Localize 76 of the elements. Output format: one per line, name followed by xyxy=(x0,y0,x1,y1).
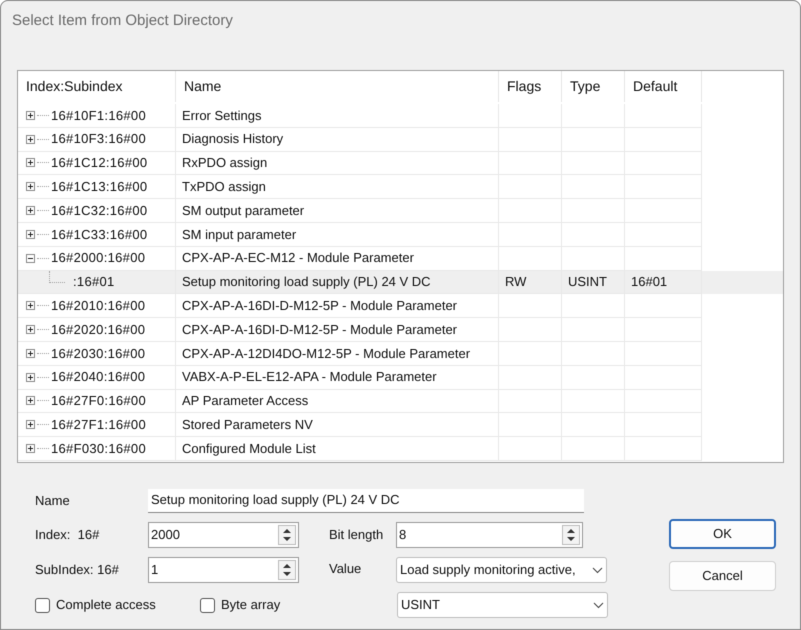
table-cell-text: 16#1C13:16#00 xyxy=(51,178,148,196)
expand-icon[interactable] xyxy=(26,444,35,454)
table-cell-text: CPX-AP-A-EC-M12 - Module Parameter xyxy=(182,249,414,268)
checkbox[interactable] xyxy=(35,598,50,612)
checkbox[interactable] xyxy=(200,598,215,612)
field-label: Index: 16# xyxy=(35,526,100,544)
expand-icon[interactable] xyxy=(26,110,35,120)
expand-icon[interactable] xyxy=(26,348,35,358)
field-label: Bit length xyxy=(329,526,384,544)
table-cell-text: VABX-A-P-EL-E12-APA - Module Parameter xyxy=(182,368,437,386)
expand-icon[interactable] xyxy=(26,134,35,144)
column-header[interactable]: Default xyxy=(625,71,702,102)
table-cell-text: CPX-AP-A-12DI4DO-M12-5P - Module Parameter xyxy=(182,344,470,363)
table-cell-text: SM input parameter xyxy=(182,226,296,244)
dropdown[interactable]: USINT xyxy=(397,592,608,618)
chevron-down-icon xyxy=(593,602,604,608)
checkbox-label: Byte array xyxy=(221,596,280,614)
table-row[interactable]: :16#01 Setup monitoring load supply (PL) 24 V DC RW USINT 16#01 xyxy=(18,270,783,294)
table-cell-text: AP Parameter Access xyxy=(182,392,308,410)
spin-arrows-icon[interactable] xyxy=(278,560,296,580)
number-field[interactable]: 2000 xyxy=(148,522,299,548)
spin-arrows-icon[interactable] xyxy=(278,525,296,545)
table-cell-text: Stored Parameters NV xyxy=(182,416,313,434)
expand-icon[interactable] xyxy=(26,372,35,382)
window-title: Select Item from Object Directory xyxy=(12,10,233,31)
column-header[interactable]: Flags xyxy=(499,71,562,102)
expand-icon[interactable] xyxy=(26,206,35,216)
expand-icon[interactable] xyxy=(26,420,35,430)
cancel-button[interactable]: Cancel xyxy=(669,561,776,591)
table-cell-text: USINT xyxy=(568,273,607,292)
table-cell-text: 16#F030:16#00 xyxy=(51,440,146,458)
ok-button[interactable]: OK xyxy=(669,519,776,549)
table-cell-text: 16#10F3:16#00 xyxy=(51,130,146,148)
name-field[interactable]: Setup monitoring load supply (PL) 24 V DC xyxy=(148,488,584,512)
column-header[interactable]: Name xyxy=(176,71,499,102)
collapse-icon[interactable] xyxy=(26,254,35,263)
table-cell-text: 16#10F1:16#00 xyxy=(51,106,146,125)
table-cell-text: Setup monitoring load supply (PL) 24 V DC xyxy=(182,273,431,292)
table-cell-text: :16#01 xyxy=(73,273,115,292)
field-label: Value xyxy=(329,560,362,578)
spin-arrows-icon[interactable] xyxy=(562,525,580,545)
table-cell-text: 16#1C12:16#00 xyxy=(51,154,148,172)
chevron-down-icon xyxy=(592,566,603,574)
table-cell-text: 16#27F0:16#00 xyxy=(51,392,146,410)
expand-icon[interactable] xyxy=(26,325,35,334)
table-cell-text: 16#2040:16#00 xyxy=(51,368,146,386)
expand-icon[interactable] xyxy=(26,230,35,239)
field-label: SubIndex: 16# xyxy=(35,561,120,580)
expand-icon[interactable] xyxy=(26,182,35,192)
table-cell-text: 16#2030:16#00 xyxy=(51,344,146,363)
column-header[interactable]: Index:Subindex xyxy=(18,71,176,102)
table-cell-text: RxPDO assign xyxy=(182,154,268,172)
table-cell-text: 16#1C32:16#00 xyxy=(51,202,148,220)
table-cell-text: 16#27F1:16#00 xyxy=(51,416,146,434)
table-cell-text: 16#01 xyxy=(631,273,668,292)
expand-icon[interactable] xyxy=(26,396,35,406)
table-cell-text: 16#1C33:16#00 xyxy=(51,226,148,244)
table-cell-text: SM output parameter xyxy=(182,202,304,220)
table-cell-text: 16#2010:16#00 xyxy=(51,297,146,316)
field-label: Name xyxy=(35,492,71,510)
table-cell-text: TxPDO assign xyxy=(182,178,266,196)
checkbox-label: Complete access xyxy=(56,596,156,614)
column-header[interactable]: Type xyxy=(562,71,625,102)
expand-icon[interactable] xyxy=(26,158,35,168)
number-field[interactable]: 8 xyxy=(396,522,583,548)
table-cell-text: Configured Module List xyxy=(182,440,316,458)
number-field[interactable]: 1 xyxy=(148,557,299,583)
dropdown[interactable]: Load supply monitoring active, xyxy=(396,557,607,583)
table-cell-text: 16#2000:16#00 xyxy=(51,249,146,268)
table-cell-text: Diagnosis History xyxy=(182,130,284,148)
table-cell-text: Error Settings xyxy=(182,106,262,125)
table-cell-text: 16#2020:16#00 xyxy=(51,320,146,339)
table-cell-text: RW xyxy=(505,273,526,292)
table-cell-text: CPX-AP-A-16DI-D-M12-5P - Module Parameter xyxy=(182,320,458,339)
table-cell-text: CPX-AP-A-16DI-D-M12-5P - Module Parameter xyxy=(182,297,458,316)
expand-icon[interactable] xyxy=(26,301,35,310)
